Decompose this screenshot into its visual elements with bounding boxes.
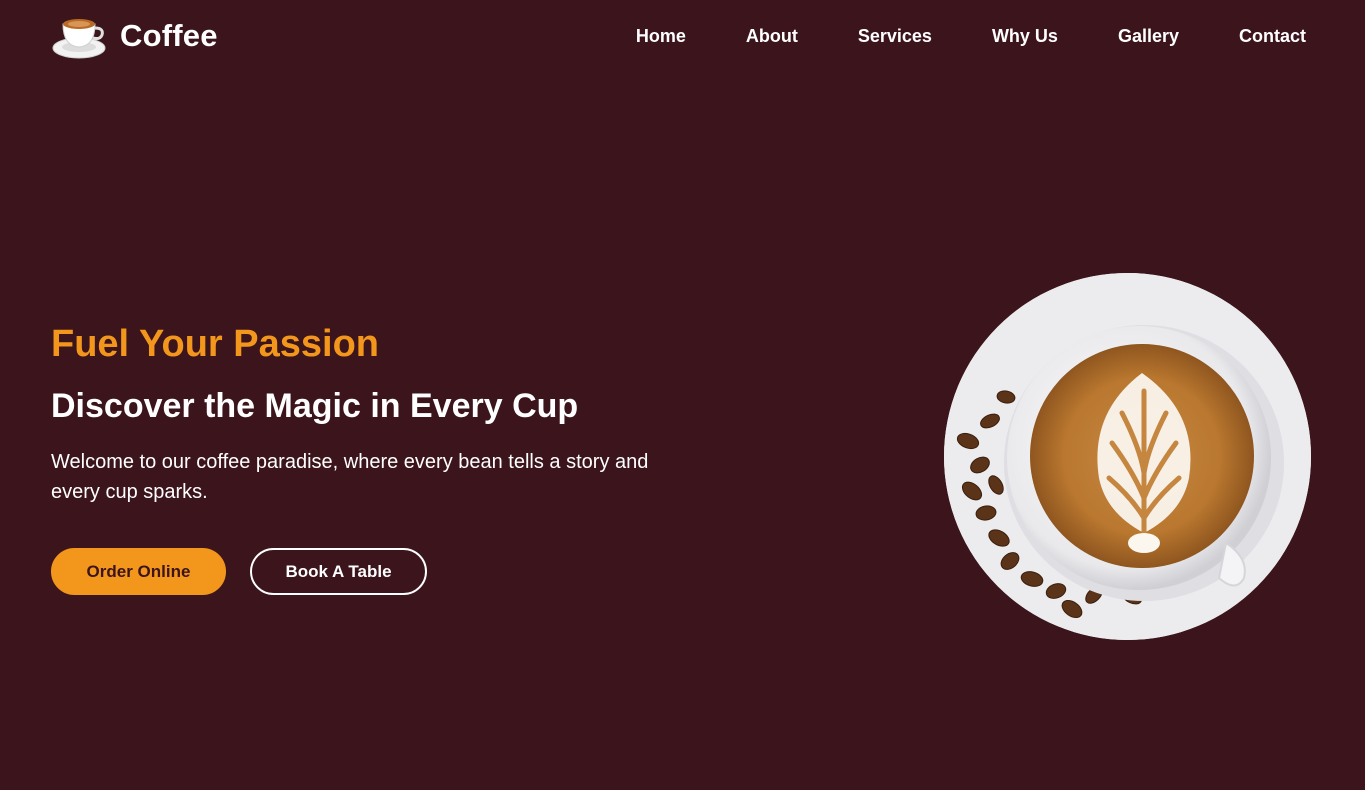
logo-text: Coffee [120,18,218,53]
nav-contact[interactable]: Contact [1239,26,1306,47]
hero-description: Welcome to our coffee paradise, where ev… [51,451,649,503]
hero-content: Fuel Your Passion Discover the Magic in … [51,320,691,595]
main-nav: Home About Services Why Us Gallery Conta… [636,26,1306,47]
hero-title: Discover the Magic in Every Cup [51,387,579,425]
coffee-cup-icon [52,19,106,59]
nav-services[interactable]: Services [858,26,932,47]
order-online-button[interactable]: Order Online [51,548,226,595]
hero-coffee-image [944,273,1311,640]
hero-buttons: Order Online Book A Table [51,548,691,595]
latte-art-image [944,273,1311,640]
nav-gallery[interactable]: Gallery [1118,26,1179,47]
nav-why-us[interactable]: Why Us [992,26,1058,47]
hero-subtitle: Fuel Your Passion [51,323,380,365]
site-header: Coffee Home About Services Why Us Galler… [0,0,1365,72]
page: Coffee Home About Services Why Us Galler… [0,0,1365,790]
logo-link[interactable]: Coffee [51,12,218,60]
nav-home[interactable]: Home [636,26,686,47]
nav-about[interactable]: About [746,26,798,47]
book-table-button[interactable]: Book A Table [250,548,427,595]
